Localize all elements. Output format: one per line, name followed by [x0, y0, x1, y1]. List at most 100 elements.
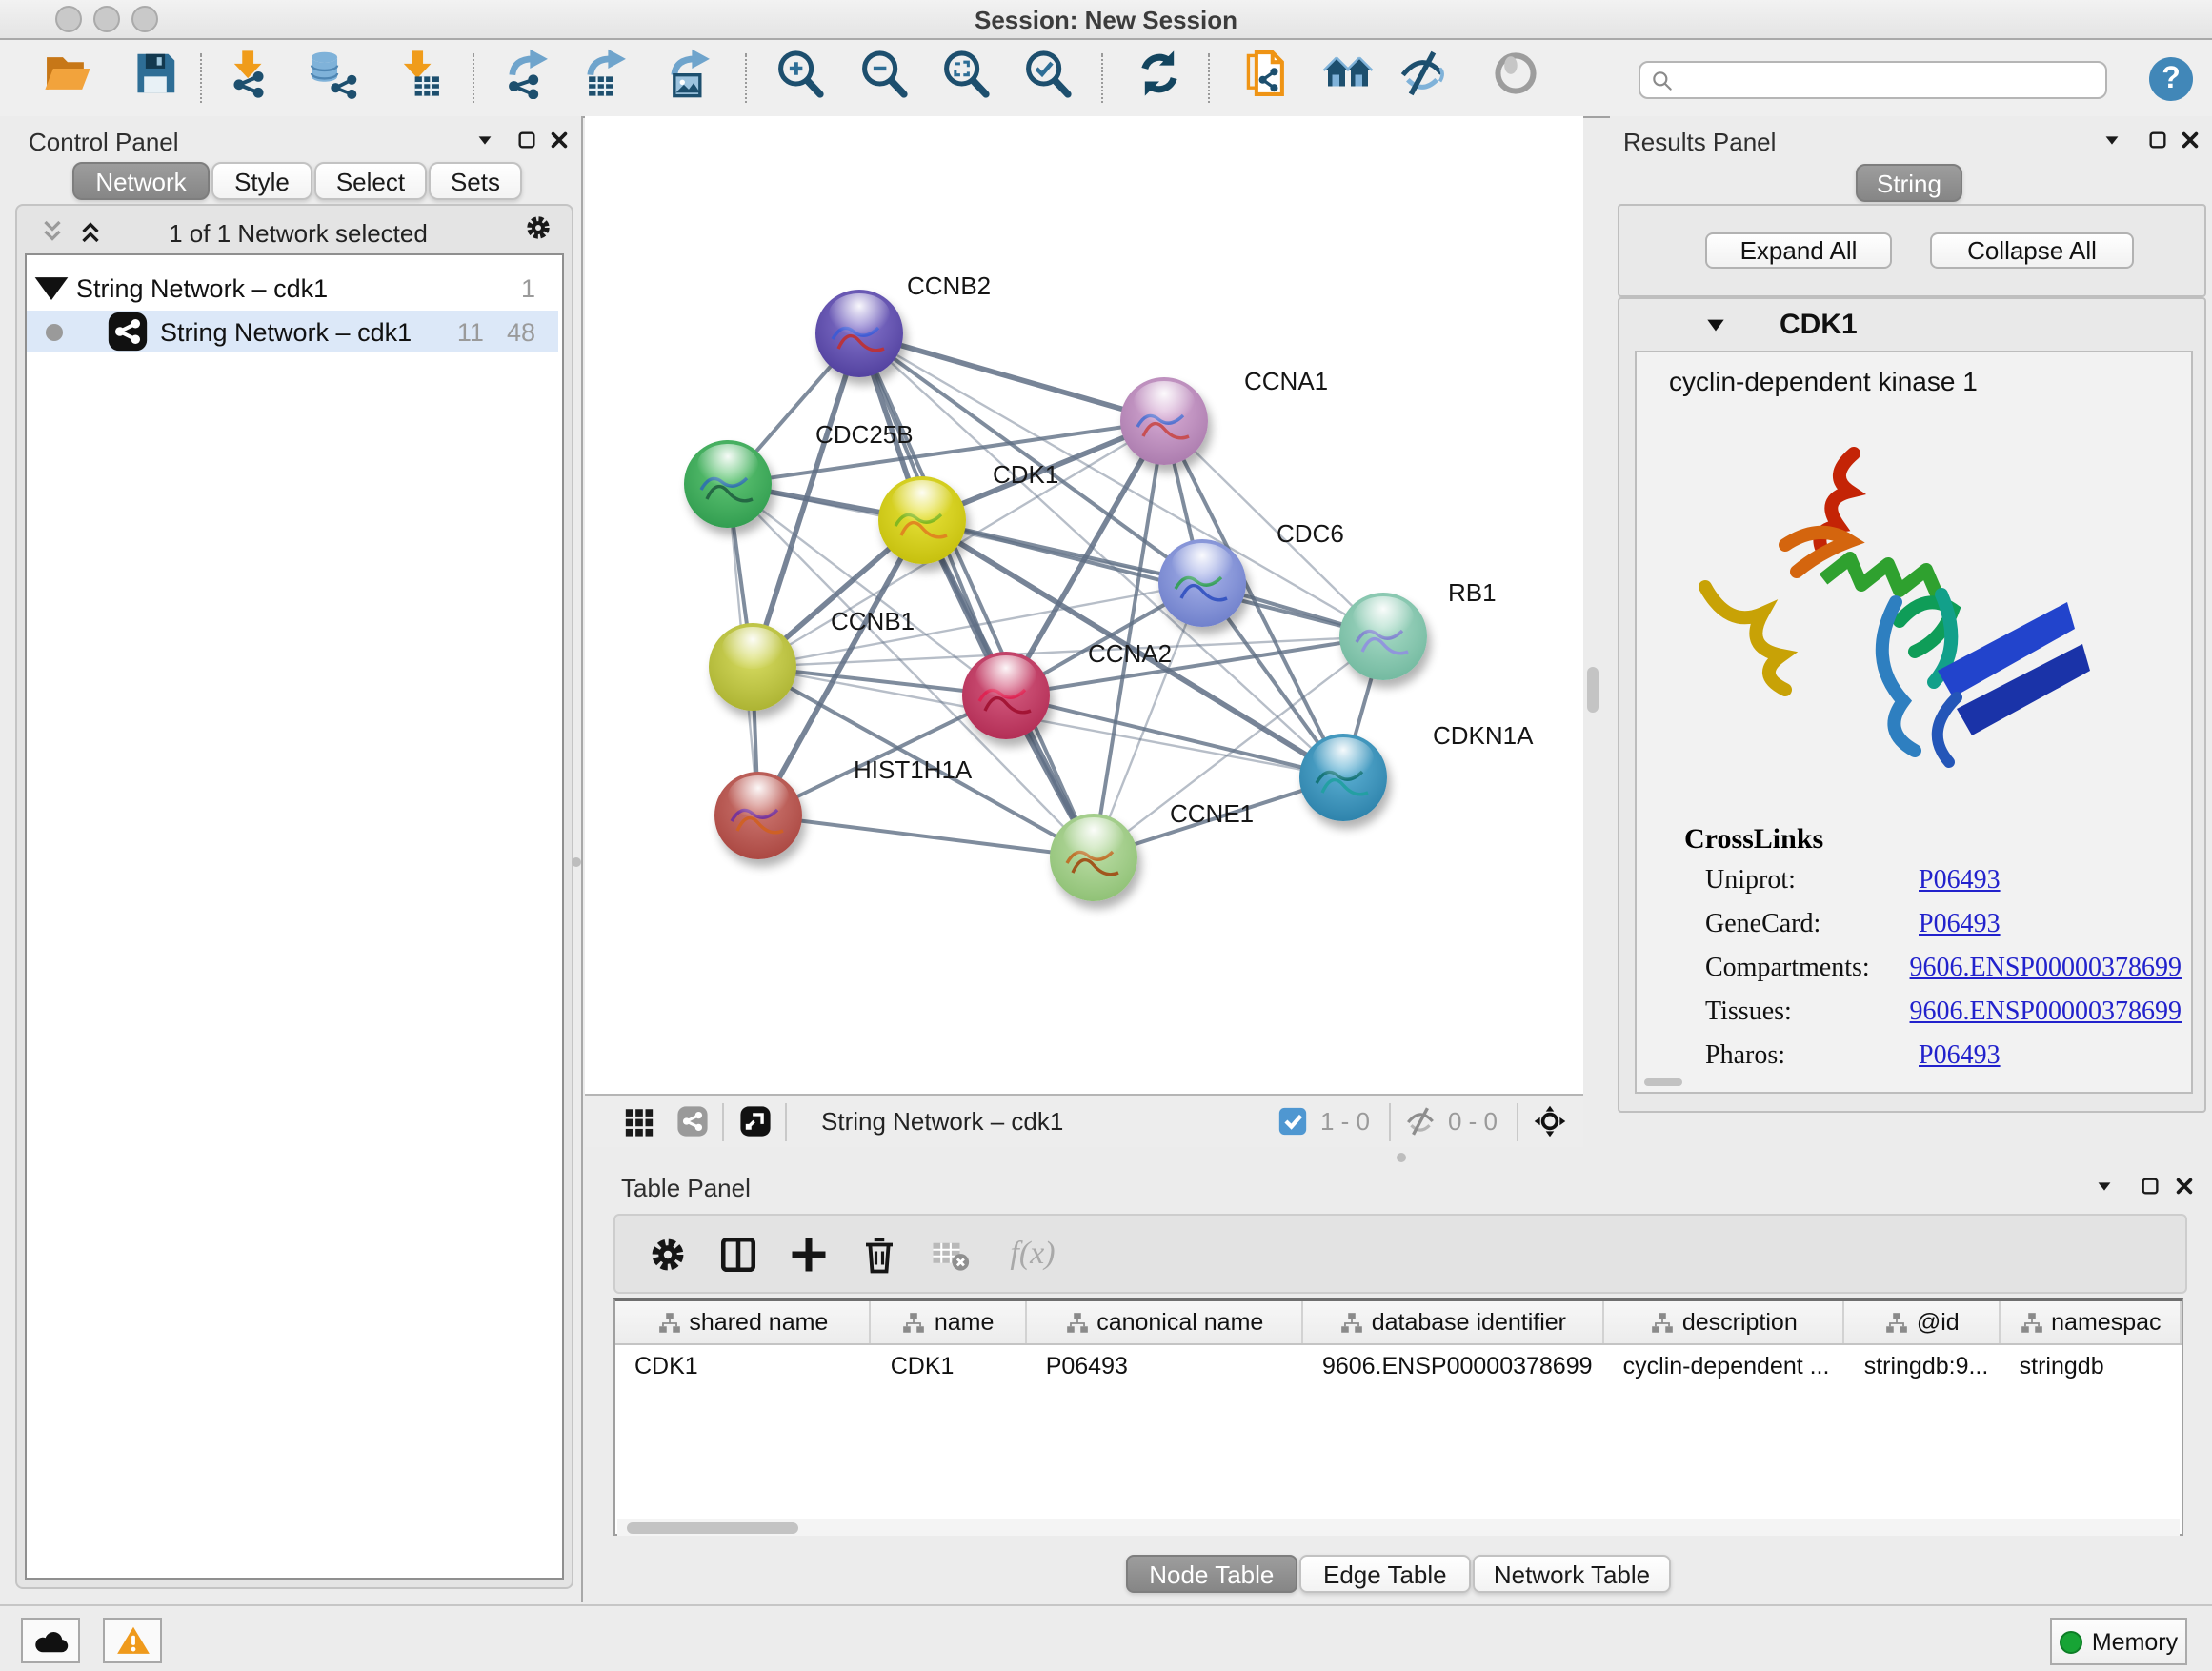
- home-button[interactable]: [1317, 48, 1377, 109]
- share-document-button[interactable]: [1235, 48, 1296, 109]
- export-network-button[interactable]: [495, 48, 556, 109]
- hide-panel-button[interactable]: [1391, 48, 1452, 109]
- network-node-rb1[interactable]: [1339, 593, 1427, 680]
- table-cell[interactable]: stringdb:9...: [1845, 1345, 2001, 1387]
- table-cell[interactable]: stringdb: [2001, 1345, 2182, 1387]
- delete-column-button[interactable]: [850, 1225, 907, 1282]
- tab-sets[interactable]: Sets: [429, 162, 522, 200]
- table-cell[interactable]: cyclin-dependent ...: [1604, 1345, 1845, 1387]
- function-builder-button[interactable]: f(x): [993, 1225, 1073, 1282]
- table-cell[interactable]: P06493: [1027, 1345, 1303, 1387]
- crosslink-value-link[interactable]: 9606.ENSP00000378699: [1910, 955, 2182, 985]
- network-node-cdk1[interactable]: [878, 476, 966, 564]
- birdseye-view-button[interactable]: [1530, 1102, 1568, 1140]
- network-node-hist1h1a[interactable]: [714, 772, 802, 859]
- column-header[interactable]: description: [1604, 1301, 1845, 1343]
- tree-expander-icon[interactable]: [27, 263, 76, 312]
- network-node-ccne1[interactable]: [1050, 814, 1137, 901]
- column-header[interactable]: name: [872, 1301, 1027, 1343]
- toolbar-search-field[interactable]: [1639, 61, 2107, 99]
- zoom-out-button[interactable]: [852, 48, 913, 109]
- network-node-cdkn1a[interactable]: [1299, 734, 1387, 821]
- control-panel-maximize-button[interactable]: [513, 126, 539, 152]
- search-input[interactable]: [1675, 65, 2105, 95]
- zoom-selected-button[interactable]: [1016, 48, 1076, 109]
- help-button[interactable]: ?: [2149, 57, 2193, 101]
- open-in-window-button[interactable]: [735, 1102, 774, 1140]
- table-panel-maximize-button[interactable]: [2136, 1172, 2162, 1198]
- crosslink-value-link[interactable]: 9606.ENSP00000378699: [1910, 998, 2182, 1029]
- tab-select[interactable]: Select: [314, 162, 427, 200]
- table-cell[interactable]: 9606.ENSP00000378699: [1303, 1345, 1604, 1387]
- table-horizontal-scrollbar[interactable]: [617, 1519, 2180, 1536]
- import-network-button[interactable]: [217, 48, 278, 109]
- network-overview-button[interactable]: [673, 1102, 711, 1140]
- warnings-button[interactable]: [103, 1618, 162, 1663]
- collapse-all-button[interactable]: Collapse All: [1930, 232, 2134, 269]
- scrollbar-thumb[interactable]: [627, 1521, 798, 1533]
- tab-string[interactable]: String: [1856, 164, 1962, 202]
- birdseye-grid-button[interactable]: [619, 1102, 657, 1140]
- collapse-all-networks-button[interactable]: [38, 217, 69, 248]
- network-edge[interactable]: [758, 815, 1094, 857]
- network-node-ccna1[interactable]: [1120, 377, 1208, 465]
- cloud-status-button[interactable]: [21, 1618, 80, 1663]
- show-columns-button[interactable]: [709, 1225, 766, 1282]
- column-header[interactable]: shared name: [615, 1301, 872, 1343]
- gene-expander-icon[interactable]: [1703, 312, 1728, 337]
- table-row[interactable]: CDK1CDK1P064939606.ENSP00000378699cyclin…: [615, 1345, 2182, 1387]
- create-column-button[interactable]: [779, 1225, 836, 1282]
- table-options-button[interactable]: [638, 1225, 695, 1282]
- gene-box-scrollbar[interactable]: [1644, 1078, 1682, 1086]
- network-node-ccnb2[interactable]: [815, 290, 903, 377]
- save-session-button[interactable]: [124, 48, 185, 109]
- network-edge[interactable]: [728, 421, 1164, 484]
- panel-divider-handle[interactable]: [572, 857, 581, 867]
- results-panel-maximize-button[interactable]: [2143, 126, 2170, 152]
- network-node-ccna2[interactable]: [962, 652, 1050, 739]
- network-options-button[interactable]: [524, 213, 558, 248]
- zoom-in-button[interactable]: [768, 48, 829, 109]
- table-cell[interactable]: CDK1: [872, 1345, 1027, 1387]
- apply-layout-button[interactable]: [1128, 48, 1189, 109]
- horizontal-splitter-handle[interactable]: [1397, 1153, 1406, 1162]
- network-canvas[interactable]: CCNB2 CCNA1 CDC25B CDK1 CDC6: [585, 116, 1583, 1094]
- gene-header-row[interactable]: CDK1: [1619, 299, 2204, 351]
- network-node-ccnb1[interactable]: [709, 623, 796, 711]
- memory-button[interactable]: Memory: [2050, 1618, 2187, 1665]
- canvas-scrollbar-handle[interactable]: [1587, 667, 1599, 713]
- export-table-button[interactable]: [573, 48, 634, 109]
- network-collection-row[interactable]: String Network – cdk1 1: [27, 267, 558, 309]
- tab-network[interactable]: Network: [72, 162, 210, 200]
- open-session-button[interactable]: [36, 48, 97, 109]
- results-panel-float-button[interactable]: [2098, 126, 2124, 152]
- crosslink-value-link[interactable]: P06493: [1919, 867, 2001, 897]
- control-panel-close-button[interactable]: [545, 126, 572, 152]
- crosslink-value-link[interactable]: P06493: [1919, 1042, 2001, 1073]
- expand-all-button[interactable]: Expand All: [1705, 232, 1892, 269]
- column-header[interactable]: namespac: [2001, 1301, 2182, 1343]
- table-cell[interactable]: CDK1: [615, 1345, 872, 1387]
- network-node-cdc25b[interactable]: [684, 440, 772, 528]
- tab-style[interactable]: Style: [211, 162, 312, 200]
- inactive-tool-button[interactable]: [1484, 48, 1545, 109]
- table-panel-float-button[interactable]: [2090, 1172, 2117, 1198]
- selected-nodes-checkbox[interactable]: [1275, 1102, 1313, 1140]
- network-row-selected[interactable]: String Network – cdk1 11 48: [27, 311, 558, 352]
- crosslink-value-link[interactable]: P06493: [1919, 911, 2001, 941]
- import-table-button[interactable]: [387, 48, 448, 109]
- import-network-from-database-button[interactable]: [301, 48, 362, 109]
- zoom-fit-button[interactable]: [934, 48, 995, 109]
- tab-node-table[interactable]: Node Table: [1126, 1555, 1297, 1593]
- delete-table-button[interactable]: [920, 1225, 977, 1282]
- results-panel-close-button[interactable]: [2176, 126, 2202, 152]
- column-header[interactable]: database identifier: [1303, 1301, 1604, 1343]
- network-node-cdc6[interactable]: [1158, 539, 1246, 627]
- tab-edge-table[interactable]: Edge Table: [1299, 1555, 1471, 1593]
- network-edge[interactable]: [859, 333, 1164, 421]
- control-panel-float-button[interactable]: [471, 126, 497, 152]
- table-panel-close-button[interactable]: [2170, 1172, 2197, 1198]
- column-header[interactable]: @id: [1845, 1301, 2001, 1343]
- tab-network-table[interactable]: Network Table: [1473, 1555, 1671, 1593]
- expand-all-networks-button[interactable]: [76, 217, 107, 248]
